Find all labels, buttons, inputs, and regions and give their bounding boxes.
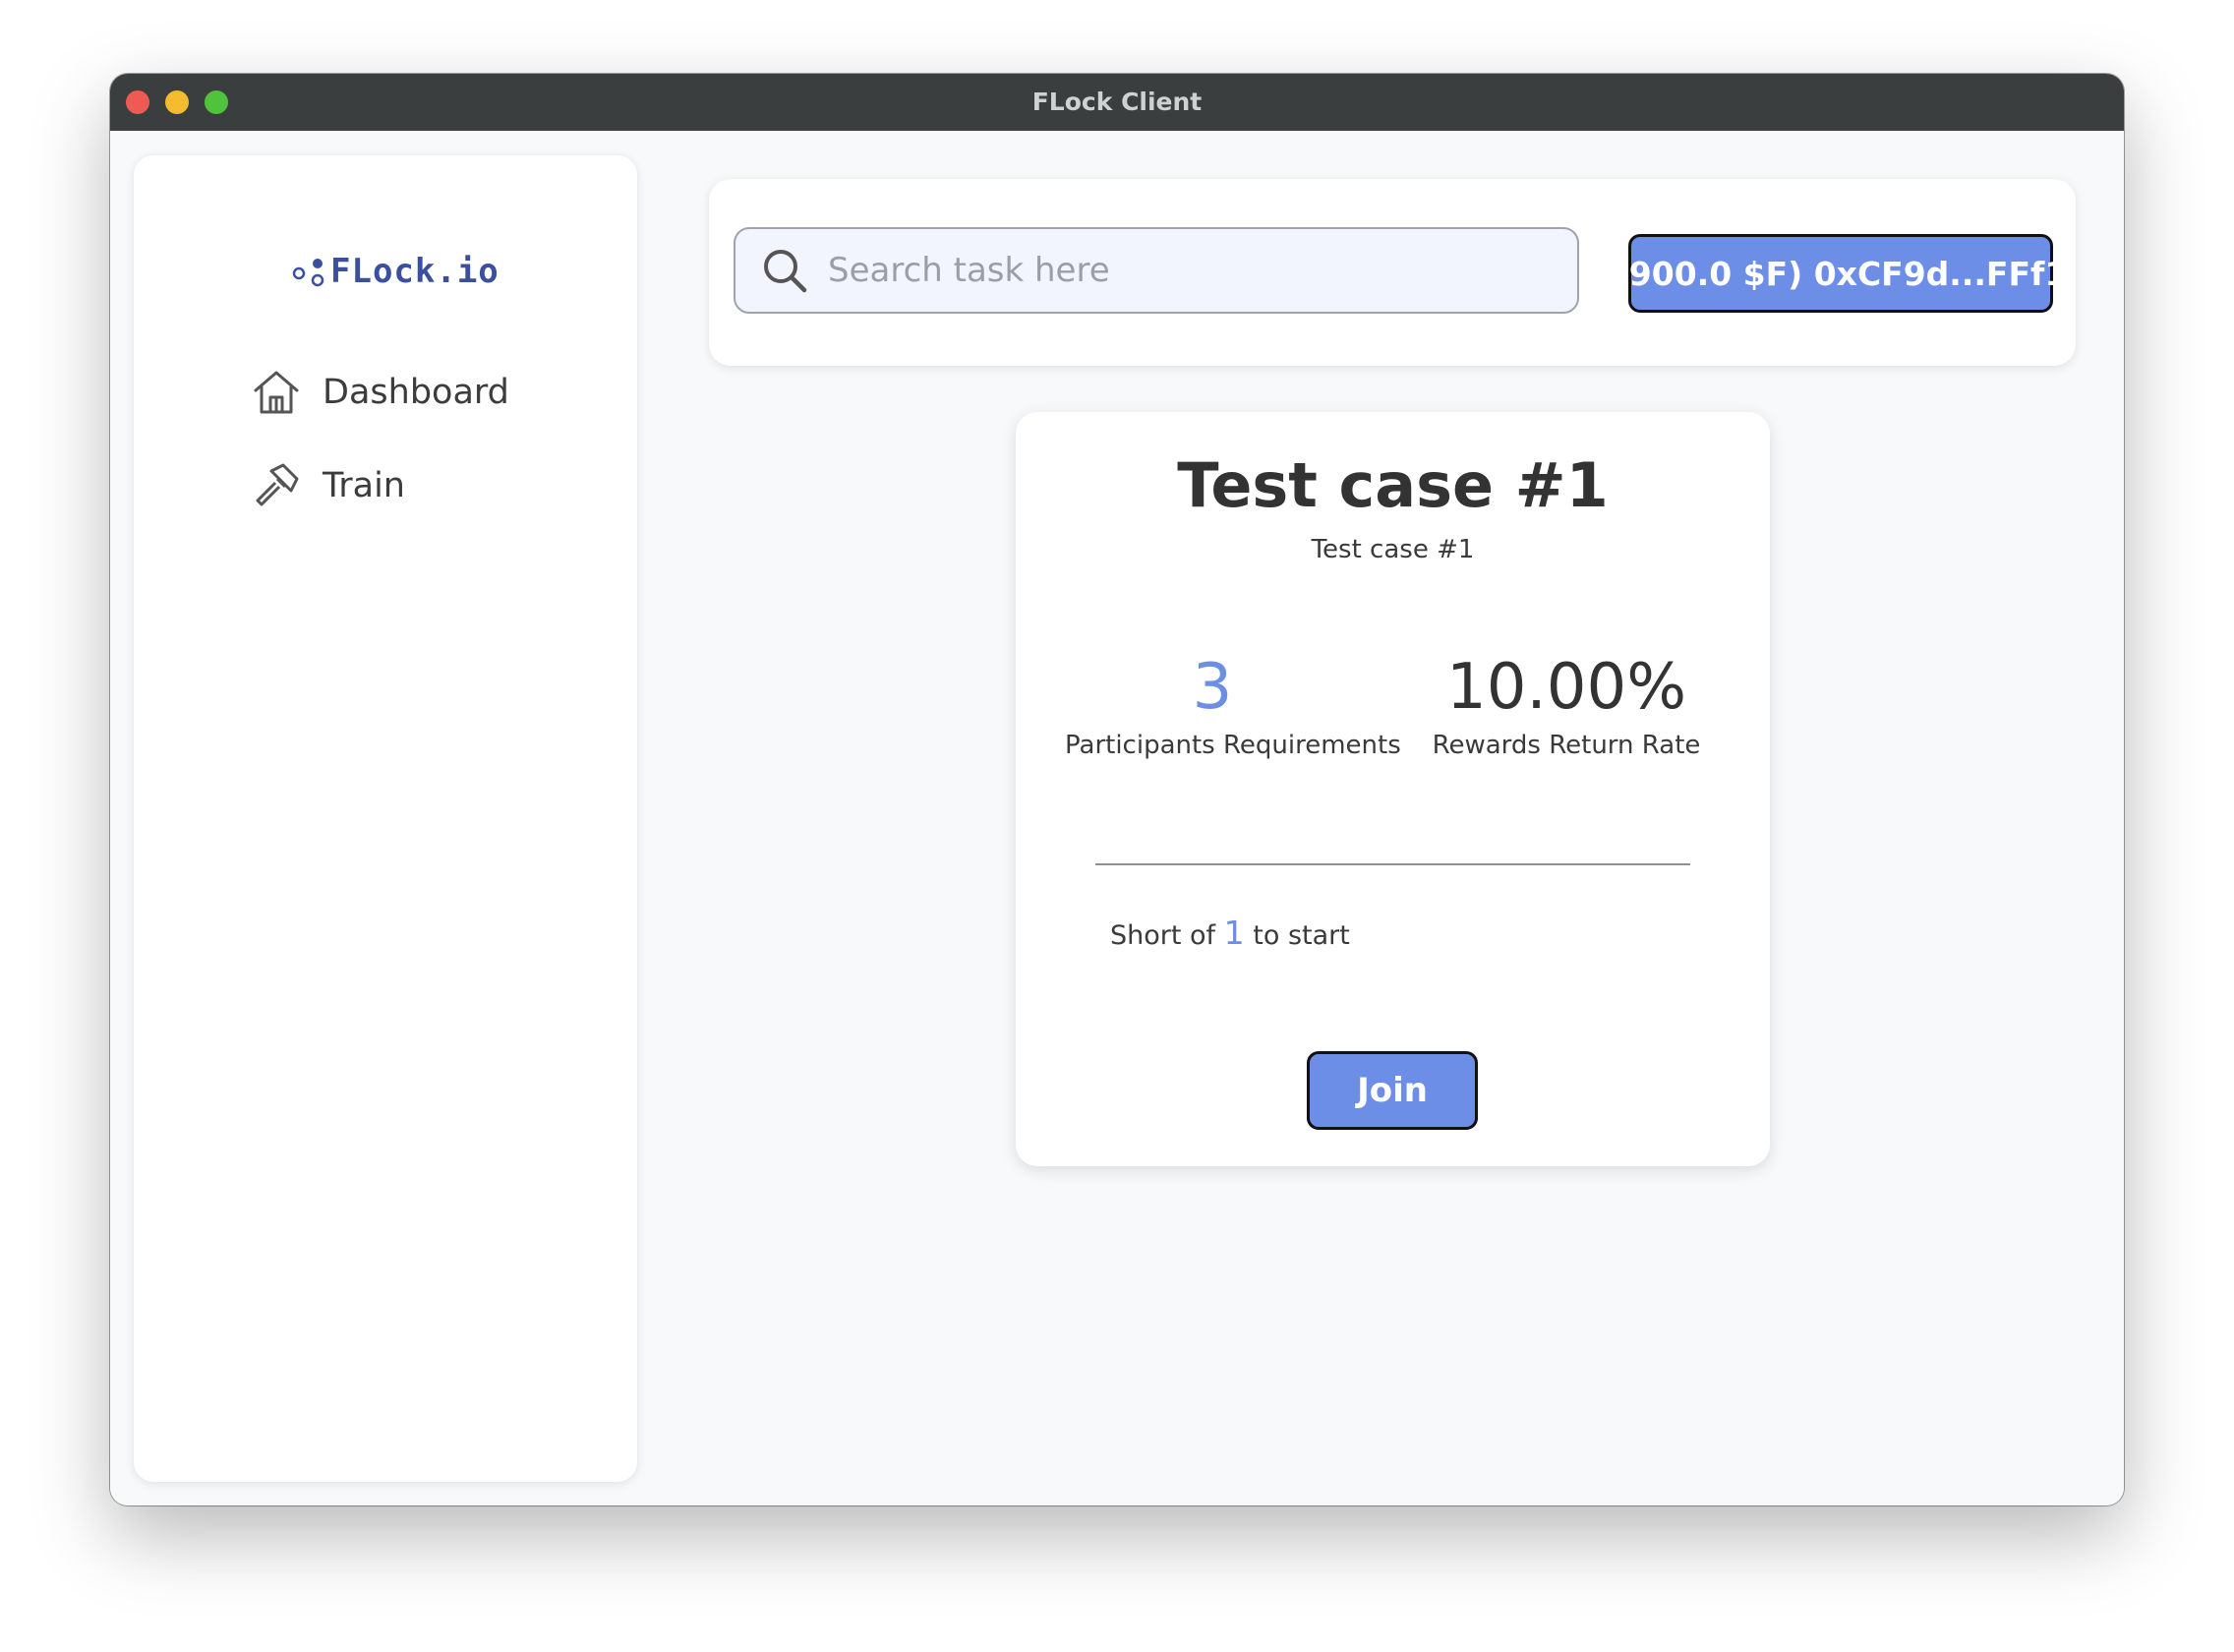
- app-window: FLock Client FLock.io Dashboard Train Se…: [110, 74, 2124, 1505]
- home-icon: [252, 368, 301, 417]
- logo: FLock.io: [291, 252, 500, 291]
- search-icon: [757, 243, 812, 298]
- main-content: FLock.io Dashboard Train Search task her…: [110, 131, 2124, 1505]
- short-of-count: 1: [1223, 914, 1245, 952]
- rewards-label: Rewards Return Rate: [1432, 731, 1701, 760]
- participants-stat: 3 Participants Requirements: [1065, 648, 1401, 760]
- short-of-suffix: to start: [1253, 920, 1350, 951]
- rewards-stat: 10.00% Rewards Return Rate: [1419, 648, 1714, 760]
- rewards-value: 10.00%: [1445, 651, 1687, 724]
- search-input[interactable]: [826, 250, 1518, 291]
- logo-text: FLock.io: [330, 252, 500, 291]
- sidebar-item-label: Train: [323, 466, 405, 505]
- sidebar: FLock.io Dashboard Train: [134, 155, 637, 1482]
- logo-mark-icon: [291, 252, 330, 291]
- top-bar: (900.0 $F) 0xCF9d...FFf1: [709, 179, 2076, 366]
- wallet-button[interactable]: (900.0 $F) 0xCF9d...FFf1: [1615, 234, 2067, 313]
- short-of-prefix: Short of: [1110, 920, 1216, 951]
- participants-label: Participants Requirements: [1065, 731, 1401, 760]
- task-title: Test case #1: [1177, 449, 1609, 521]
- sidebar-item-dashboard[interactable]: Dashboard: [252, 365, 509, 420]
- search-box[interactable]: [734, 227, 1579, 314]
- task-subtitle: Test case #1: [1311, 535, 1475, 564]
- card-divider: [1095, 863, 1690, 865]
- title-bar: FLock Client: [110, 74, 2124, 131]
- participants-value: 3: [1192, 651, 1233, 724]
- task-card: Test case #1 Test case #1 3 Participants…: [1016, 412, 1770, 1166]
- short-of-status: Short of 1 to start: [1110, 914, 1350, 952]
- sidebar-item-label: Dashboard: [323, 373, 509, 412]
- sidebar-item-train[interactable]: Train: [252, 458, 405, 513]
- join-button[interactable]: Join: [1307, 1051, 1478, 1130]
- hammer-icon: [252, 461, 301, 510]
- window-title: FLock Client: [1031, 88, 1203, 116]
